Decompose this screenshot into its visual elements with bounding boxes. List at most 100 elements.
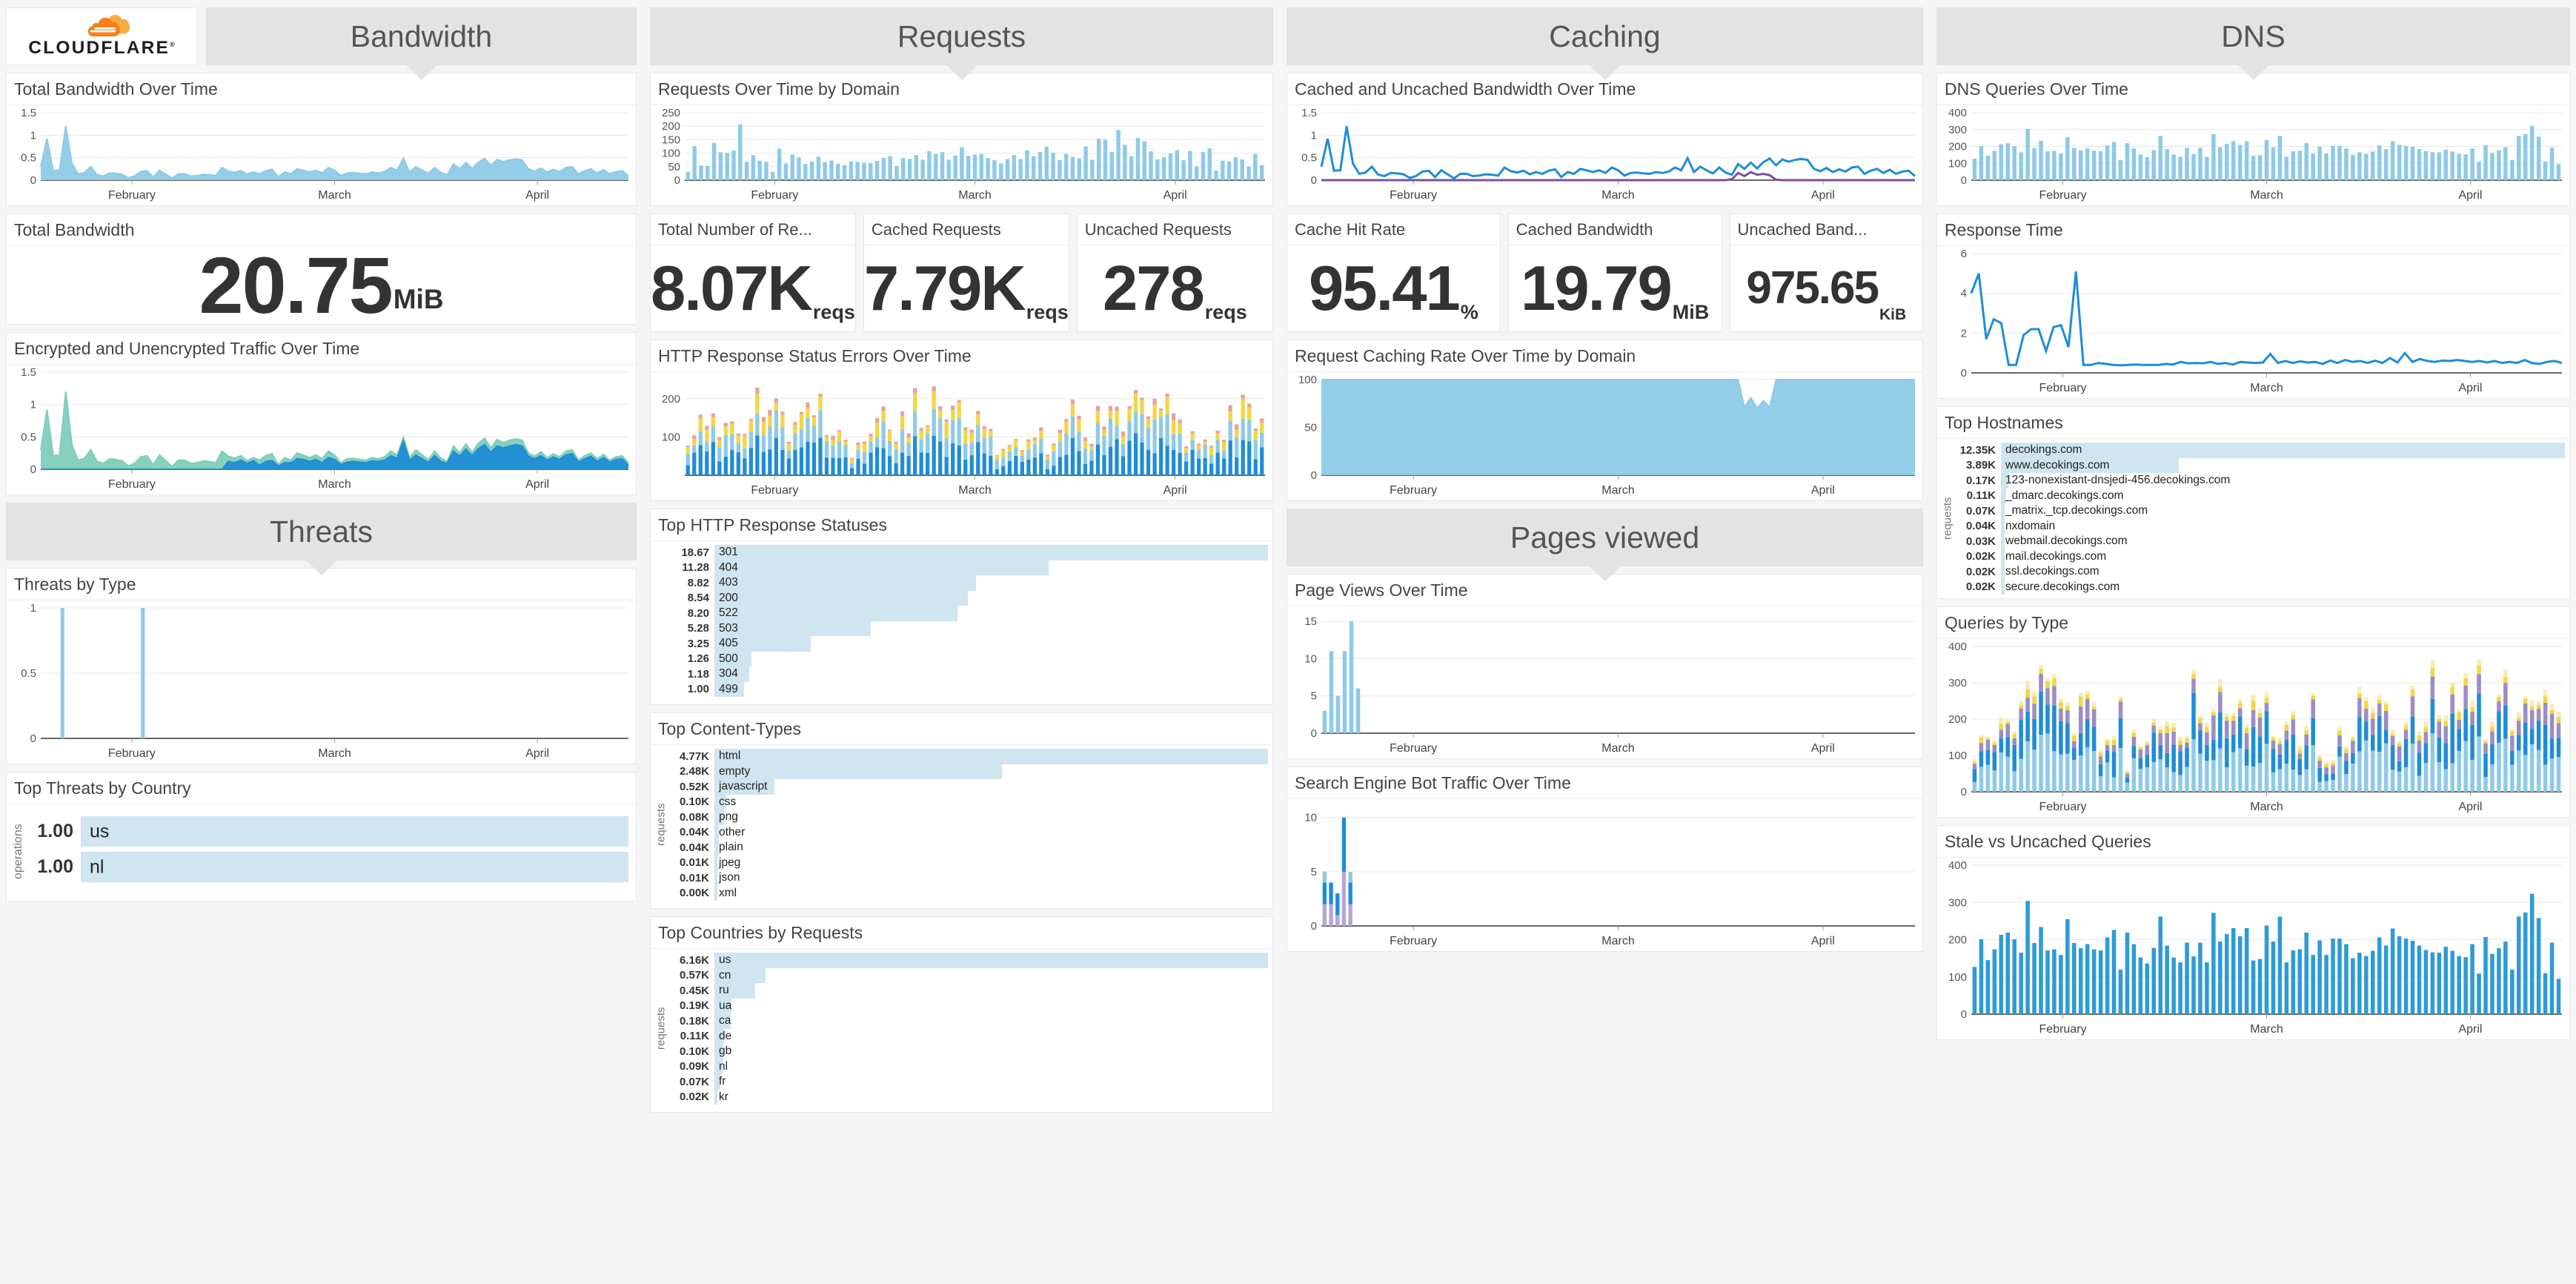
chart-dns-queries[interactable]: 0 100 200 300 400 February March April — [1937, 105, 2569, 205]
list-item[interactable]: 0.04K plain — [668, 840, 1268, 856]
list-item[interactable]: 8.20 522 — [668, 606, 1268, 621]
chart-threats-by-type[interactable]: 0 0.5 1 February March April — [7, 600, 636, 764]
kpi-cached-bandwidth[interactable]: Cached Bandwidth 19.79 MiB — [1507, 214, 1722, 332]
svg-text:50: 50 — [668, 161, 680, 173]
list-item[interactable]: 0.04K nxdomain — [1955, 518, 2565, 534]
list-item-bar-track: mail.decokings.com — [2001, 549, 2565, 564]
list-item[interactable]: 0.04K other — [668, 824, 1268, 840]
list-item[interactable]: 2.48K empty — [668, 764, 1268, 779]
list-item-label: jpeg — [719, 856, 741, 869]
list-item[interactable]: 3.25 405 — [668, 636, 1268, 652]
list-top-content-types[interactable]: requests 4.77K html 2.48K empty 0.52K ja… — [654, 747, 1269, 904]
list-item[interactable]: 0.02K ssl.decokings.com — [1955, 564, 2565, 580]
list-item[interactable]: 6.16K us — [668, 953, 1269, 968]
list-item[interactable]: 0.03K webmail.decokings.com — [1955, 534, 2565, 549]
chart-http-errors[interactable]: 100 200 February March April — [651, 372, 1272, 500]
list-item[interactable]: 0.57K cn — [668, 967, 1268, 983]
list-item-bar-track: ru — [714, 983, 1268, 999]
list-item[interactable]: 8.82 403 — [668, 575, 1268, 591]
chart-encrypted-unencrypted[interactable]: 0 0.5 1 1.5 February March April — [7, 365, 636, 494]
chart-page-views[interactable]: 0 5 10 15 February March April — [1287, 606, 1922, 758]
chart-stale-vs-uncached[interactable]: 0 100 200 300 400 February March April — [1937, 858, 2569, 1039]
list-item[interactable]: 11.28 404 — [668, 560, 1268, 575]
chart-request-caching-rate[interactable]: 0 50 100 February March April — [1287, 372, 1922, 500]
list-item-label: fr — [719, 1075, 726, 1088]
chart-requests-over-time[interactable]: 0 50 100 150 200 250 February March April — [651, 105, 1272, 205]
list-item[interactable]: 0.11K de — [668, 1028, 1268, 1044]
svg-text:4: 4 — [1961, 288, 1967, 300]
list-item[interactable]: 0.45K ru — [668, 983, 1268, 999]
list-item-label: html — [719, 749, 741, 763]
svg-text:0: 0 — [30, 463, 36, 476]
chart-total-bandwidth-over-time[interactable]: 0 0.5 1 1.5 February March April — [7, 105, 636, 205]
list-item-value: 11.28 — [682, 561, 709, 575]
list-item[interactable]: 18.67 301 — [668, 545, 1269, 560]
list-item-bar-track: 304 — [714, 666, 1268, 682]
list-item[interactable]: 0.01K jpeg — [668, 855, 1268, 870]
chart-queries-by-type[interactable]: 0 100 200 300 400 February March April — [1937, 639, 2569, 817]
list-item[interactable]: 0.19K ua — [668, 998, 1268, 1013]
kpi-unit: reqs — [1026, 301, 1069, 323]
svg-text:0.5: 0.5 — [1301, 152, 1317, 165]
list-item[interactable]: 0.10K gb — [668, 1044, 1268, 1059]
list-item[interactable]: 0.10K css — [668, 794, 1268, 810]
column-caching: Caching Cached and Uncached Bandwidth Ov… — [1287, 7, 1923, 1277]
list-item-label: gb — [719, 1045, 732, 1058]
list-item[interactable]: 0.00K xml — [668, 885, 1268, 901]
kpi-cache-hit-rate[interactable]: Cache Hit Rate 95.41% — [1287, 214, 1501, 332]
list-item[interactable]: 0.01K json — [668, 870, 1268, 886]
list-item[interactable]: 1.00 nl — [26, 852, 628, 882]
list-item[interactable]: 1.00 499 — [668, 681, 1268, 697]
list-item[interactable]: 1.00 us — [26, 816, 628, 847]
list-item-bar-track: empty — [714, 764, 1268, 779]
list-top-countries[interactable]: requests 6.16K us 0.57K cn 0.45K ru 0.19… — [654, 951, 1269, 1108]
list-item[interactable]: 0.52K javascript — [668, 779, 1268, 795]
svg-text:6: 6 — [1961, 248, 1967, 260]
list-item[interactable]: 0.18K ca — [668, 1013, 1268, 1029]
list-top-hostnames[interactable]: requests 12.35K decokings.com 3.89K www.… — [1940, 441, 2565, 598]
panel-title: Stale vs Uncached Queries — [1937, 826, 2569, 858]
panel-title: Queries by Type — [1937, 607, 2569, 639]
kpi-uncached-requests[interactable]: Uncached Requests 278 reqs — [1076, 214, 1274, 332]
kpi-cached-requests[interactable]: Cached Requests 7.79K reqs — [863, 214, 1069, 332]
list-item-bar-track: us — [714, 953, 1269, 968]
list-item-bar — [2001, 443, 2565, 458]
list-item[interactable]: 5.28 503 — [668, 621, 1268, 636]
chart-search-bot-traffic[interactable]: 0 5 10 February March April — [1287, 799, 1922, 951]
list-item[interactable]: 0.09K nl — [668, 1059, 1268, 1074]
list-item[interactable]: 0.07K _matrix._tcp.decokings.com — [1955, 503, 2565, 519]
list-item-value: 18.67 — [681, 546, 709, 559]
kpi-total-requests[interactable]: Total Number of Re... 8.07K reqs — [650, 214, 856, 332]
list-item[interactable]: 3.89K www.decokings.com — [1955, 457, 2565, 473]
chart-response-time[interactable]: 0 2 4 6 February March April — [1937, 246, 2569, 398]
list-item[interactable]: 12.35K decokings.com — [1955, 443, 2565, 458]
svg-text:150: 150 — [662, 133, 680, 146]
list-item-bar — [714, 606, 958, 621]
chart-cached-uncached-bandwidth[interactable]: 0 0.5 1 1.5 February March April — [1287, 105, 1922, 205]
list-item-bar — [714, 575, 976, 591]
list-item[interactable]: 0.17K 123-nonexistant-dnsjedi-456.decoki… — [1955, 473, 2565, 489]
list-item[interactable]: 8.54 200 — [668, 590, 1268, 606]
svg-text:April: April — [1811, 189, 1835, 202]
list-item[interactable]: 0.08K png — [668, 810, 1268, 825]
list-top-http-statuses[interactable]: 18.67 301 11.28 404 8.82 403 8.54 200 8.… — [654, 543, 1269, 700]
list-item[interactable]: 4.77K html — [668, 749, 1269, 764]
list-item[interactable]: 1.26 500 — [668, 651, 1268, 666]
list-item-bar — [714, 855, 718, 870]
list-top-threats-by-country[interactable]: operations 1.00 us 1.00 nl — [11, 815, 628, 890]
list-item[interactable]: 0.02K mail.decokings.com — [1955, 549, 2565, 564]
list-item[interactable]: 1.18 304 — [668, 666, 1268, 682]
svg-text:April: April — [525, 189, 549, 202]
svg-text:February: February — [1390, 742, 1437, 755]
kpi-uncached-bandwidth[interactable]: Uncached Band... 975.65 KiB — [1729, 214, 1923, 332]
kpi-unit: MiB — [1672, 301, 1710, 323]
list-item[interactable]: 0.11K _dmarc.decokings.com — [1955, 488, 2565, 503]
panel-title: Total Bandwidth Over Time — [7, 73, 636, 105]
svg-text:February: February — [108, 189, 156, 202]
list-item[interactable]: 0.07K fr — [668, 1074, 1268, 1090]
list-item-bar-track: ua — [714, 998, 1268, 1013]
list-item[interactable]: 0.02K secure.decokings.com — [1955, 579, 2565, 595]
list-item-label: 405 — [719, 637, 738, 650]
list-item-value: 0.09K — [679, 1060, 709, 1073]
list-item[interactable]: 0.02K kr — [668, 1089, 1268, 1105]
